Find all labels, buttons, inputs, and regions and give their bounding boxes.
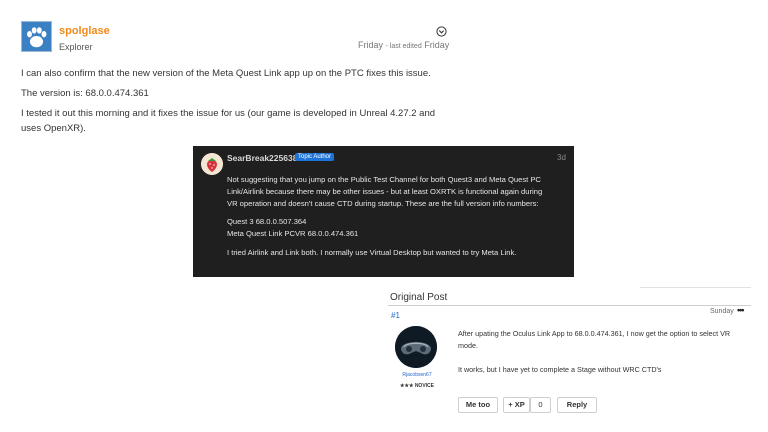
divider — [640, 287, 751, 288]
post-dates: Friday - last edited Friday — [358, 40, 449, 50]
avatar-paw-icon — [22, 22, 51, 51]
quoted-version: Quest 3 68.0.0.507.364 — [227, 217, 307, 226]
op-username[interactable]: Rjacobsen67 — [394, 372, 440, 378]
post-paragraph: I can also confirm that the new version … — [21, 68, 431, 79]
op-date: Sunday — [710, 308, 734, 315]
quoted-time: 3d — [557, 153, 566, 162]
quoted-line: Link/Airlink because there may be other … — [227, 187, 543, 196]
topic-author-badge: Topic Author — [295, 153, 335, 161]
reply-button[interactable]: Reply — [557, 397, 597, 413]
post-role: Explorer — [59, 42, 93, 52]
avatar[interactable] — [21, 21, 52, 52]
edited-date: Friday — [424, 40, 450, 50]
op-text-line: After upating the Oculus Link App to 68.… — [458, 329, 731, 338]
quoted-footer: I tried Airlink and Link both. I normall… — [227, 248, 517, 257]
op-rank: ★★★ NOVICE — [399, 383, 434, 389]
me-too-button[interactable]: Me too — [458, 397, 498, 413]
post-number-link[interactable]: #1 — [391, 311, 400, 320]
quoted-version: Meta Quest Link PCVR 68.0.0.474.361 — [227, 229, 359, 238]
strawberry-avatar-icon — [201, 153, 223, 175]
quoted-screenshot: SearBreak225638 Topic Author 3d Not sugg… — [193, 146, 574, 277]
more-dots-icon[interactable]: ••• — [737, 305, 745, 315]
op-avatar[interactable] — [395, 326, 437, 368]
quoted-avatar — [201, 153, 223, 175]
divider — [388, 305, 751, 306]
edited-label: - last edited — [385, 43, 422, 50]
op-text-line: mode. — [458, 341, 478, 350]
op-text-line: It works, but I have yet to complete a S… — [458, 365, 662, 374]
original-post-title: Original Post — [390, 292, 448, 303]
xp-count: 0 — [530, 397, 551, 413]
post-username[interactable]: spolglase — [59, 25, 110, 37]
xp-button[interactable]: + XP — [503, 397, 530, 413]
post-paragraph: I tested it out this morning and it fixe… — [21, 108, 436, 134]
post-date: Friday — [358, 40, 384, 50]
options-chevron-icon[interactable] — [436, 24, 447, 37]
quoted-line: Not suggesting that you jump on the Publ… — [227, 175, 541, 184]
quoted-line: VR operation and doesn't cause CTD durin… — [227, 199, 539, 208]
quoted-username: SearBreak225638 — [227, 153, 298, 163]
post-paragraph: The version is: 68.0.0.474.361 — [21, 88, 149, 99]
headset-avatar-icon — [395, 326, 437, 368]
